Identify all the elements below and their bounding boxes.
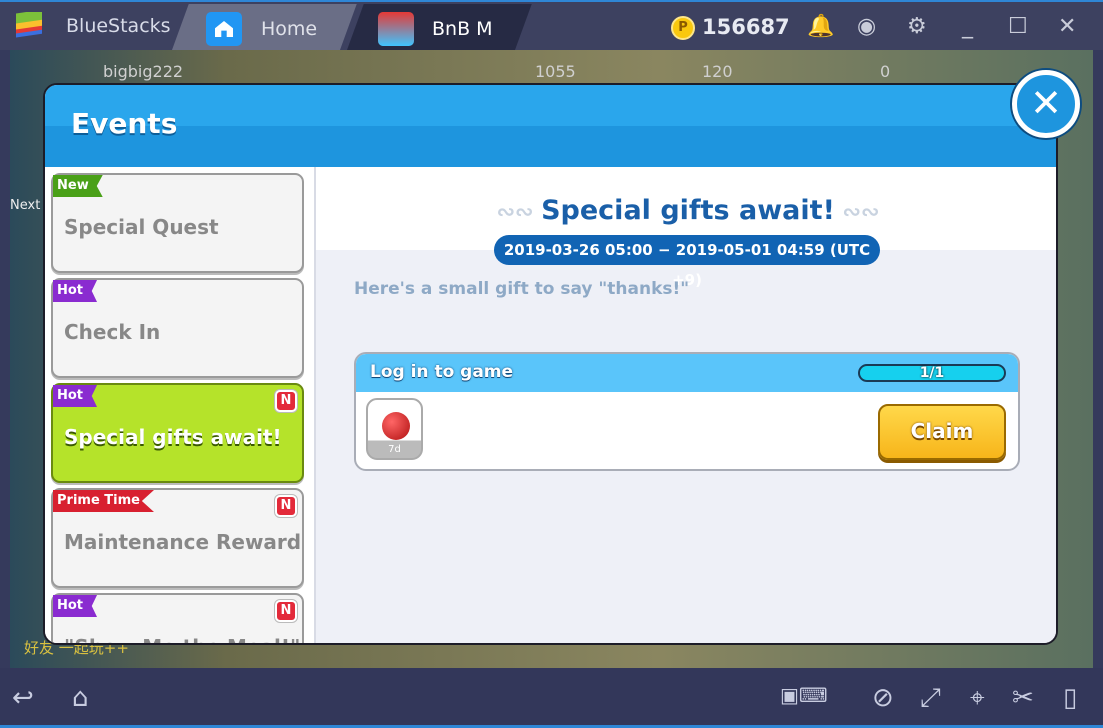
detail-subtitle: Here's a small gift to say "thanks!" (354, 279, 690, 299)
event-detail: ∾∾ Special gifts await! ∾∾ 2019-03-26 05… (314, 167, 1056, 643)
tab-bnb-label[interactable]: BnB M (432, 18, 493, 40)
task-title: Log in to game (370, 362, 514, 382)
hot-ribbon: Hot (53, 595, 98, 617)
detail-title: Special gifts await! (541, 195, 835, 226)
phone-rotate-icon[interactable]: ▯ (1063, 683, 1077, 713)
reward-item[interactable]: 7d (366, 398, 423, 460)
coin-icon: P (671, 16, 695, 40)
event-list[interactable]: New Special Quest Hot Check In Hot N Special… (45, 167, 314, 643)
hot-ribbon: Hot (53, 280, 98, 302)
new-notification-icon: N (275, 495, 297, 517)
event-item-maintenance-reward[interactable]: Prime Time N Maintenance Reward (51, 488, 304, 588)
prime-time-ribbon: Prime Time (53, 490, 154, 512)
task-progress-text: 1/1 (919, 365, 945, 381)
event-item-special-quest[interactable]: New Special Quest (51, 173, 304, 273)
event-label: Special gifts await! (64, 425, 282, 449)
account-icon[interactable]: ◉ (857, 14, 876, 39)
keymapping-icon[interactable]: ▣⌨ (780, 683, 828, 707)
dialog-header: Events (45, 85, 1056, 167)
new-notification-icon: N (275, 600, 297, 622)
fullscreen-icon[interactable]: ⤢ (920, 683, 941, 714)
android-nav-bar: ↩ ⌂ ▣⌨ ⊘ ⤢ ⌖ ✂ ▯ (0, 668, 1103, 728)
apple-icon (382, 412, 410, 440)
app-name: BlueStacks (66, 15, 171, 37)
new-notification-icon: N (275, 390, 297, 412)
event-label: "Show Me the Meal!" (64, 635, 300, 643)
new-ribbon: New (53, 175, 103, 197)
events-dialog: Events New Special Quest Hot Check In Hot N… (43, 83, 1058, 645)
tab-home-label[interactable]: Home (261, 18, 317, 40)
next-label: Next (10, 198, 41, 213)
dialog-title: Events (71, 107, 178, 140)
event-label: Check In (64, 320, 161, 344)
coin-balance: 156687 (702, 15, 790, 39)
event-label: Special Quest (64, 215, 219, 239)
bnb-app-icon (378, 12, 414, 46)
task-card: Log in to game 1/1 7d Claim (354, 352, 1020, 471)
title-bar: BlueStacks Home BnB M P 156687 🔔 ◉ ⚙ _ ☐… (0, 0, 1103, 52)
location-icon[interactable]: ⌖ (970, 683, 985, 714)
home-nav-icon[interactable]: ⌂ (72, 683, 89, 713)
task-header: Log in to game 1/1 (356, 354, 1018, 392)
swirl-decoration-icon: ∾∾ (834, 200, 880, 225)
bell-icon[interactable]: 🔔 (807, 14, 834, 39)
close-dialog-button[interactable]: ✕ (1012, 70, 1080, 138)
claim-button[interactable]: Claim (878, 404, 1006, 460)
event-label: Maintenance Reward (64, 530, 302, 554)
back-icon[interactable]: ↩ (12, 683, 34, 713)
minimize-icon[interactable]: _ (962, 14, 973, 39)
hot-ribbon: Hot (53, 385, 98, 407)
close-icon[interactable]: ✕ (1058, 14, 1076, 39)
event-period: 2019-03-26 05:00 − 2019-05-01 04:59 (UTC… (494, 235, 880, 289)
home-icon (206, 12, 242, 46)
eye-off-icon[interactable]: ⊘ (872, 683, 894, 713)
bluestacks-logo (16, 12, 42, 38)
reward-duration: 7d (388, 444, 401, 455)
task-progress-bar: 1/1 (858, 364, 1006, 382)
event-item-check-in[interactable]: Hot Check In (51, 278, 304, 378)
maximize-icon[interactable]: ☐ (1008, 14, 1028, 39)
event-item-special-gifts[interactable]: Hot N Special gifts await! (51, 383, 304, 483)
event-item-show-me-the-meal[interactable]: Hot N "Show Me the Meal!" (51, 593, 304, 643)
gear-icon[interactable]: ⚙ (907, 14, 927, 39)
scissors-icon[interactable]: ✂ (1012, 683, 1034, 713)
swirl-decoration-icon: ∾∾ (496, 200, 542, 225)
